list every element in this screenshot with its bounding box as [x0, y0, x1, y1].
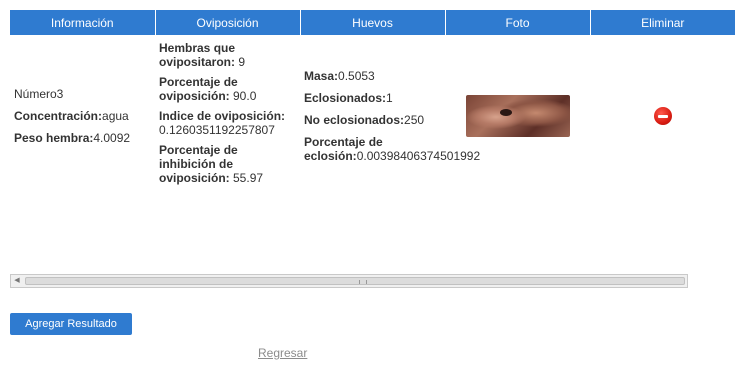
hembras-text: Hembras que ovipositaron: 9 [159, 41, 296, 69]
porcentaje-oviposicion-text: Porcentaje de oviposición: 90.0 [159, 75, 296, 103]
results-table-container: Información Oviposición Huevos Foto Elim… [10, 10, 735, 265]
add-result-button[interactable]: Agregar Resultado [10, 313, 132, 335]
masa-value: 0.5053 [338, 69, 375, 83]
cell-foto [445, 35, 590, 197]
hembras-label: Hembras que ovipositaron: [159, 41, 236, 69]
header-huevos: Huevos [300, 10, 446, 35]
header-oviposicion: Oviposición [155, 10, 301, 35]
table-header-row: Información Oviposición Huevos Foto Elim… [10, 10, 735, 35]
concentracion-value: agua [102, 109, 129, 123]
masa-label: Masa: [304, 69, 339, 83]
porcentaje-oviposicion-value: 90.0 [229, 89, 257, 103]
peso-label: Peso hembra: [14, 131, 94, 145]
concentracion-text: Concentración:agua [14, 109, 151, 123]
indice-oviposicion-label: Indice de oviposición: [159, 109, 286, 123]
masa-text: Masa:0.5053 [304, 69, 441, 83]
delete-icon[interactable] [653, 107, 672, 125]
cell-informacion: Número3 Concentración:agua Peso hembra:4… [10, 35, 155, 197]
porcentaje-oviposicion-label: Porcentaje de oviposición: [159, 75, 238, 103]
porcentaje-eclosion-text: Porcentaje de eclosión:0.003984063745019… [304, 135, 480, 163]
inhibicion-text: Porcentaje de inhibición de oviposición:… [159, 143, 296, 185]
cell-eliminar [590, 35, 735, 197]
eclosionados-text: Eclosionados:1 [304, 91, 441, 105]
results-table: Información Oviposición Huevos Foto Elim… [10, 10, 735, 197]
photo-thumbnail[interactable] [465, 95, 570, 137]
indice-oviposicion-value: 0.1260351192257807 [159, 123, 275, 137]
header-eliminar: Eliminar [590, 10, 735, 35]
hembras-value: 9 [235, 55, 246, 69]
numero-text: Número3 [14, 87, 64, 101]
no-eclosionados-value: 250 [404, 113, 425, 127]
table-row: Número3 Concentración:agua Peso hembra:4… [10, 35, 735, 197]
indice-oviposicion-text: Indice de oviposición: 0.1260351192257807 [159, 109, 296, 137]
eclosionados-value: 1 [386, 91, 393, 105]
porcentaje-eclosion-value: 0.00398406374501992 [356, 149, 481, 163]
back-link[interactable]: Regresar [258, 346, 307, 360]
eclosionados-label: Eclosionados: [304, 91, 387, 105]
photo-detail [499, 109, 512, 116]
no-eclosionados-text: No eclosionados:250 [304, 113, 441, 127]
horizontal-scrollbar[interactable]: ◀ [10, 274, 688, 288]
concentracion-label: Concentración: [14, 109, 103, 123]
peso-value: 4.0092 [93, 131, 131, 145]
header-foto: Foto [445, 10, 591, 35]
scrollbar-thumb[interactable] [25, 277, 685, 285]
cell-huevos: Masa:0.5053 Eclosionados:1 No eclosionad… [300, 35, 480, 197]
peso-text: Peso hembra:4.0092 [14, 131, 151, 145]
scroll-left-arrow-icon[interactable]: ◀ [11, 275, 23, 287]
page: Información Oviposición Huevos Foto Elim… [0, 0, 735, 365]
inhibicion-value: 55.97 [229, 171, 264, 185]
header-informacion: Información [10, 10, 156, 35]
cell-oviposicion: Hembras que ovipositaron: 9 Porcentaje d… [155, 35, 300, 197]
no-eclosionados-label: No eclosionados: [304, 113, 405, 127]
inhibicion-label: Porcentaje de inhibición de oviposición: [159, 143, 238, 185]
scrollbar-grip-icon [359, 280, 367, 284]
